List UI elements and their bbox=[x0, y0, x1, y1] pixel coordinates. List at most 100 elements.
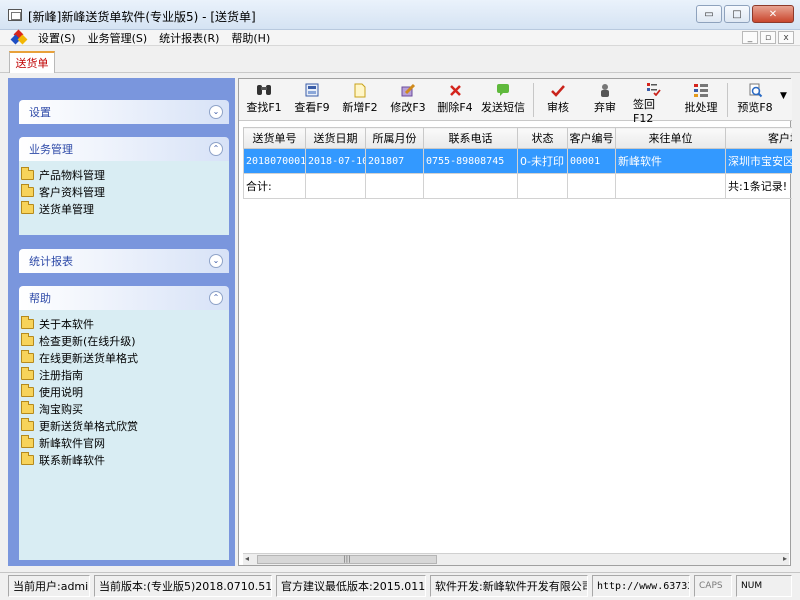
mdi-close-button[interactable]: x bbox=[778, 31, 794, 44]
send-sms-button-label: 发送短信 bbox=[481, 101, 525, 114]
table-cell bbox=[423, 173, 518, 199]
unapprove-button-label: 弃审 bbox=[594, 101, 616, 114]
sidebar-group-business: 业务管理 ⌃ 产品物料管理 客户资料管理 送货单管理 bbox=[19, 137, 229, 235]
table-cell[interactable]: 00001 bbox=[567, 148, 616, 174]
table-cell[interactable]: 深圳市宝安区 bbox=[725, 148, 792, 174]
column-header[interactable]: 来往单位 bbox=[615, 127, 726, 149]
status-caps: CAPS bbox=[694, 575, 732, 597]
sidebar-item-label: 更新送货单格式欣赏 bbox=[39, 419, 138, 433]
status-min-version: 官方建议最低版本:2015.0119. bbox=[276, 575, 426, 597]
sidebar-item-update-format[interactable]: 在线更新送货单格式 bbox=[21, 349, 229, 366]
column-header[interactable]: 状态 bbox=[517, 127, 568, 149]
maximize-button[interactable]: □ bbox=[724, 5, 750, 23]
sidebar-item-website[interactable]: 新峰软件官网 bbox=[21, 434, 229, 451]
sidebar-group-header[interactable]: 帮助 ⌃ bbox=[19, 286, 229, 310]
folder-icon bbox=[21, 166, 34, 180]
menu-reports[interactable]: 统计报表(R) bbox=[153, 30, 225, 46]
table-cell[interactable]: 0755-89808745 bbox=[423, 148, 518, 174]
preview-icon bbox=[747, 81, 763, 99]
app-logo-icon bbox=[10, 29, 28, 45]
horizontal-scrollbar[interactable]: ◂ ||| ▸ bbox=[243, 553, 789, 565]
column-header[interactable]: 客户编号 bbox=[567, 127, 616, 149]
find-button[interactable]: 查找F1 bbox=[245, 81, 283, 119]
sidebar-group-header[interactable]: 设置 ⌄ bbox=[19, 100, 229, 124]
view-button[interactable]: 查看F9 bbox=[293, 81, 331, 119]
unapprove-button[interactable]: 弃审 bbox=[587, 81, 623, 119]
sidebar-item-label: 检查更新(在线升级) bbox=[39, 334, 136, 348]
table-row[interactable]: 2018070001 2018-07-10 201807 0755-898087… bbox=[243, 148, 792, 174]
table-cell[interactable]: 2018-07-10 bbox=[305, 148, 366, 174]
window-title: [新峰]新峰送货单软件(专业版5) - [送货单] bbox=[28, 10, 256, 24]
column-header[interactable]: 客户地 bbox=[725, 127, 792, 149]
table-header-row: 送货单号 送货日期 所属月份 联系电话 状态 客户编号 来往单位 客户地 bbox=[243, 127, 792, 149]
status-bar: 当前用户:admin 当前版本:(专业版5)2018.0710.5126 官方建… bbox=[0, 572, 800, 600]
mdi-restore-button[interactable]: ▫ bbox=[760, 31, 776, 44]
tab-delivery-note[interactable]: 送货单 bbox=[9, 51, 55, 73]
scroll-right-icon[interactable]: ▸ bbox=[783, 554, 787, 563]
column-header[interactable]: 送货日期 bbox=[305, 127, 366, 149]
table-summary-row: 合计: 共:1条记录! bbox=[243, 173, 792, 199]
status-current-user: 当前用户:admin bbox=[8, 575, 90, 597]
delete-button[interactable]: 删除F4 bbox=[436, 81, 474, 119]
sidebar-item-delivery-notes[interactable]: 送货单管理 bbox=[21, 200, 229, 217]
edit-button[interactable]: 修改F3 bbox=[389, 81, 427, 119]
sidebar-item-products[interactable]: 产品物料管理 bbox=[21, 166, 229, 183]
send-sms-button[interactable]: 发送短信 bbox=[480, 81, 526, 119]
menu-settings[interactable]: 设置(S) bbox=[32, 30, 82, 46]
sidebar: 设置 ⌄ 业务管理 ⌃ 产品物料管理 客户资料管理 送货单管理 统计报表 ⌄ 帮… bbox=[8, 78, 235, 566]
chevron-down-icon[interactable]: ⌄ bbox=[209, 254, 223, 268]
chevron-down-icon[interactable]: ⌄ bbox=[209, 105, 223, 119]
view-button-label: 查看F9 bbox=[294, 101, 330, 114]
batch-button-label: 批处理 bbox=[684, 101, 718, 114]
app-icon[interactable] bbox=[8, 9, 22, 21]
scroll-left-icon[interactable]: ◂ bbox=[245, 554, 249, 563]
close-button[interactable]: ✕ bbox=[752, 5, 794, 23]
status-website-link[interactable]: http://www.63733.c bbox=[592, 575, 690, 597]
column-header[interactable]: 所属月份 bbox=[365, 127, 424, 149]
column-header[interactable]: 送货单号 bbox=[243, 127, 306, 149]
sidebar-item-label: 淘宝购买 bbox=[39, 402, 83, 416]
folder-icon bbox=[21, 383, 34, 397]
sidebar-item-check-update[interactable]: 检查更新(在线升级) bbox=[21, 332, 229, 349]
sidebar-item-customers[interactable]: 客户资料管理 bbox=[21, 183, 229, 200]
scroll-thumb[interactable]: ||| bbox=[257, 555, 437, 564]
sidebar-group-header[interactable]: 业务管理 ⌃ bbox=[19, 137, 229, 161]
sidebar-item-format-gallery[interactable]: 更新送货单格式欣赏 bbox=[21, 417, 229, 434]
folder-icon bbox=[21, 366, 34, 380]
table-cell[interactable]: 0-未打印 bbox=[517, 148, 568, 174]
sidebar-group-header[interactable]: 统计报表 ⌄ bbox=[19, 249, 229, 273]
view-icon bbox=[305, 81, 319, 99]
sidebar-group-reports: 统计报表 ⌄ bbox=[19, 249, 229, 273]
sidebar-item-about[interactable]: 关于本软件 bbox=[21, 315, 229, 332]
sidebar-item-contact[interactable]: 联系新峰软件 bbox=[21, 451, 229, 468]
status-num: NUM bbox=[736, 575, 792, 597]
sidebar-group-help: 帮助 ⌃ 关于本软件 检查更新(在线升级) 在线更新送货单格式 注册指南 使用说… bbox=[19, 286, 229, 560]
toolbar-more-icon[interactable]: ▼ bbox=[780, 91, 787, 101]
table-cell[interactable]: 新峰软件 bbox=[615, 148, 726, 174]
sidebar-group-body: 产品物料管理 客户资料管理 送货单管理 bbox=[19, 161, 229, 235]
toolbar: 查找F1 查看F9 新增F2 修改F3 删除F4 发送短信 审核 弃审 签回F1… bbox=[239, 79, 792, 125]
edit-icon bbox=[400, 81, 416, 99]
table-cell[interactable]: 2018070001 bbox=[243, 148, 306, 174]
folder-icon bbox=[21, 332, 34, 346]
title-bar: [新峰]新峰送货单软件(专业版5) - [送货单] ▭ □ ✕ bbox=[0, 0, 800, 30]
preview-button[interactable]: 预览F8 bbox=[735, 81, 775, 119]
menu-business[interactable]: 业务管理(S) bbox=[82, 30, 154, 46]
sidebar-item-taobao[interactable]: 淘宝购买 bbox=[21, 400, 229, 417]
new-button[interactable]: 新增F2 bbox=[341, 81, 379, 119]
table-cell[interactable]: 201807 bbox=[365, 148, 424, 174]
chevron-up-icon[interactable]: ⌃ bbox=[209, 142, 223, 156]
batch-button[interactable]: 批处理 bbox=[683, 81, 719, 119]
sidebar-item-register-guide[interactable]: 注册指南 bbox=[21, 366, 229, 383]
approve-button[interactable]: 审核 bbox=[540, 81, 576, 119]
toolbar-separator bbox=[727, 83, 728, 117]
sign-back-button[interactable]: 签回F12 bbox=[633, 81, 673, 125]
sidebar-item-manual[interactable]: 使用说明 bbox=[21, 383, 229, 400]
column-header[interactable]: 联系电话 bbox=[423, 127, 518, 149]
folder-icon bbox=[21, 400, 34, 414]
chevron-up-icon[interactable]: ⌃ bbox=[209, 291, 223, 305]
menu-help[interactable]: 帮助(H) bbox=[225, 30, 276, 46]
mdi-minimize-button[interactable]: _ bbox=[742, 31, 758, 44]
minimize-button[interactable]: ▭ bbox=[696, 5, 722, 23]
document-tabs: 送货单 bbox=[0, 47, 800, 73]
